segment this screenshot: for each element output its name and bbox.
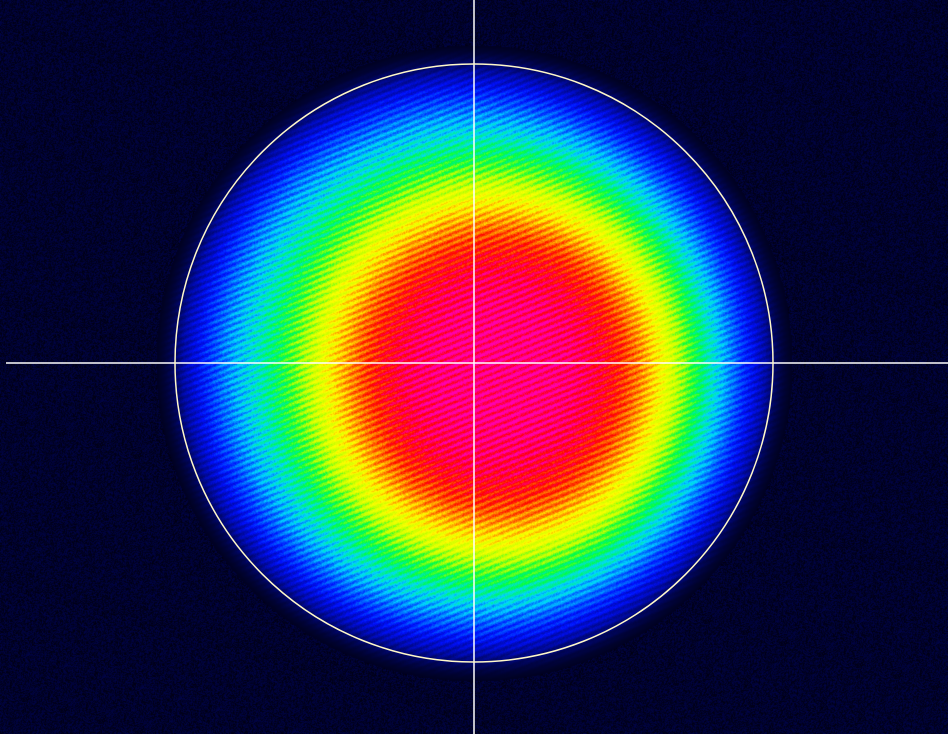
beam-intensity-image[interactable] <box>0 0 948 734</box>
beam-profile-viewer[interactable] <box>0 0 948 734</box>
